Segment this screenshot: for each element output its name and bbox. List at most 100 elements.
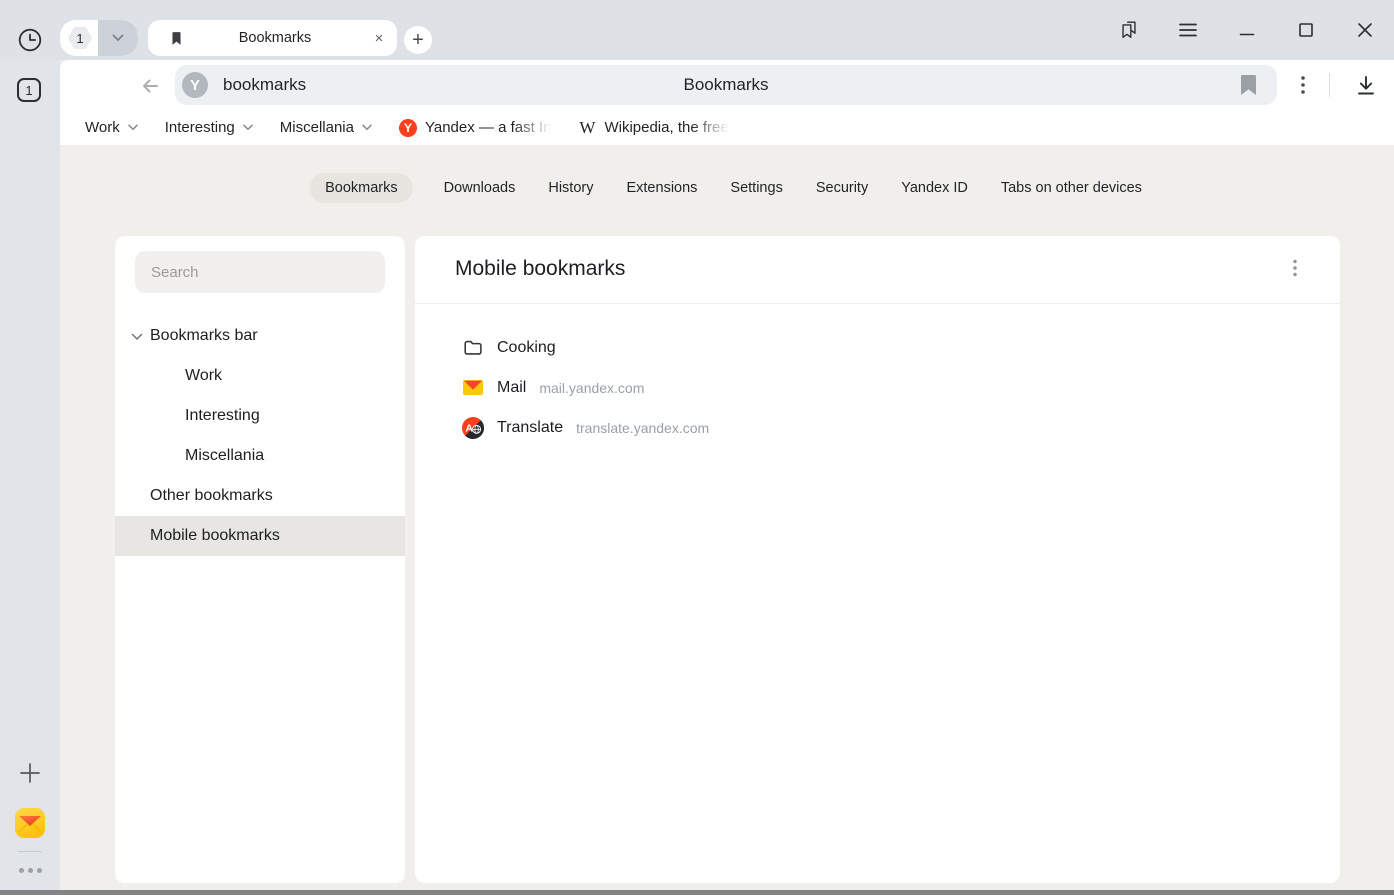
folder-tree: Bookmarks bar Work Interesting Miscellan… xyxy=(115,316,405,556)
minimize-icon[interactable] xyxy=(1234,17,1260,43)
browser-window: 1 Bookmarks × + xyxy=(0,0,1394,895)
bookmarks-panel-icon[interactable] xyxy=(1116,17,1142,43)
folders-sidebar: Bookmarks bar Work Interesting Miscellan… xyxy=(115,236,405,883)
panel-kebab-icon[interactable] xyxy=(1282,256,1308,282)
nav-tab-label: Security xyxy=(816,180,868,196)
yandex-mail-icon xyxy=(463,380,483,396)
bookmark-row-mail[interactable]: Mail mail.yandex.com xyxy=(415,368,1340,408)
folder-label: Interesting xyxy=(165,119,235,136)
manager-tab-security[interactable]: Security xyxy=(814,173,870,203)
manager-tab-settings[interactable]: Settings xyxy=(728,173,784,203)
yandex-mail-icon xyxy=(462,380,484,396)
bookmark-icon xyxy=(168,30,185,47)
bookmarks-list: Cooking Mail mail.yandex.com A Translate… xyxy=(415,304,1340,448)
tree-item-other-bookmarks[interactable]: Other bookmarks xyxy=(115,476,405,516)
nav-tab-label: Downloads xyxy=(444,180,516,196)
tree-item-mobile-bookmarks[interactable]: Mobile bookmarks xyxy=(115,516,405,556)
manager-tab-downloads[interactable]: Downloads xyxy=(442,173,518,203)
bookmarks-bar-link-wikipedia[interactable]: W Wikipedia, the free xyxy=(578,118,728,138)
titlebar: 1 Bookmarks × + xyxy=(0,0,1394,60)
history-clock-icon[interactable] xyxy=(17,27,43,53)
address-bar[interactable]: Y bookmarks Bookmarks xyxy=(175,65,1277,105)
bookmark-url: mail.yandex.com xyxy=(539,380,644,396)
nav-tab-label: Yandex ID xyxy=(901,180,968,196)
new-tab-button[interactable]: + xyxy=(404,26,432,54)
page-title: Bookmarks xyxy=(175,75,1277,95)
nav-tab-label: Tabs on other devices xyxy=(1001,180,1142,196)
close-icon[interactable] xyxy=(1352,17,1378,43)
bookmarks-bar-link-yandex[interactable]: Y Yandex — a fast In xyxy=(399,119,551,137)
bookmark-flag-icon[interactable] xyxy=(1240,74,1257,99)
folder-icon xyxy=(462,337,484,359)
manager-tab-bookmarks[interactable]: Bookmarks xyxy=(310,173,413,203)
bookmarks-bar-folder-interesting[interactable]: Interesting xyxy=(165,119,253,136)
bookmark-row-translate[interactable]: A Translate translate.yandex.com xyxy=(415,408,1340,448)
yandex-translate-icon: A xyxy=(462,417,484,439)
panel-title: Mobile bookmarks xyxy=(455,257,625,281)
nav-tab-label: History xyxy=(548,180,593,196)
tree-item-label: Bookmarks bar xyxy=(150,327,258,345)
chevron-down-icon[interactable] xyxy=(131,333,143,341)
rail-tab-counter[interactable]: 1 xyxy=(17,78,41,102)
tree-item-label: Interesting xyxy=(185,407,260,425)
panel-header: Mobile bookmarks xyxy=(415,236,1340,304)
nav-tab-label: Settings xyxy=(730,180,782,196)
manager-tab-tabs-on-other-devices[interactable]: Tabs on other devices xyxy=(999,173,1144,203)
link-label: Wikipedia, the free xyxy=(604,119,728,136)
yandex-translate-icon: A xyxy=(462,417,484,439)
address-value: bookmarks xyxy=(223,75,306,95)
window-controls xyxy=(1116,12,1378,48)
yandex-favicon: Y xyxy=(399,119,417,137)
back-icon[interactable] xyxy=(137,73,163,99)
bookmarks-bar: Work Interesting Miscellania Y Yandex — … xyxy=(60,110,1394,145)
favicon: Y xyxy=(399,119,417,137)
tree-item-miscellania[interactable]: Miscellania xyxy=(115,436,405,476)
tab-group-selector[interactable]: 1 xyxy=(60,20,138,56)
bookmarks-bar-folder-miscellania[interactable]: Miscellania xyxy=(280,119,372,136)
maximize-icon[interactable] xyxy=(1293,17,1319,43)
folder-label: Work xyxy=(85,119,120,136)
tree-item-work[interactable]: Work xyxy=(115,356,405,396)
window-bottom-edge xyxy=(0,890,1394,895)
tree-item-label: Mobile bookmarks xyxy=(150,527,280,545)
bookmark-label: Cooking xyxy=(497,339,556,357)
tree-item-label: Work xyxy=(185,367,222,385)
search-input[interactable] xyxy=(135,251,385,293)
chevron-down-icon xyxy=(243,124,253,131)
tree-item-bookmarks-bar[interactable]: Bookmarks bar xyxy=(115,316,405,356)
manager-tab-yandex-id[interactable]: Yandex ID xyxy=(899,173,970,203)
toolbar-kebab-icon[interactable] xyxy=(1290,72,1316,98)
tab-close-icon[interactable]: × xyxy=(365,24,393,52)
manager-tab-history[interactable]: History xyxy=(546,173,595,203)
yandex-mail-app-icon[interactable] xyxy=(15,808,45,838)
chevron-down-icon xyxy=(128,124,138,131)
bookmark-label: Mail xyxy=(497,379,526,397)
wikipedia-favicon: W xyxy=(578,118,596,138)
rail-divider xyxy=(18,851,42,852)
tab-group-count-badge: 1 xyxy=(68,26,92,50)
tab-bookmarks[interactable]: Bookmarks × xyxy=(148,20,397,56)
bookmarks-panel: Mobile bookmarks Cooking Mail mail.yande… xyxy=(415,236,1340,883)
tree-item-label: Miscellania xyxy=(185,447,264,465)
manager-tab-extensions[interactable]: Extensions xyxy=(624,173,699,203)
chevron-down-icon[interactable] xyxy=(98,20,138,56)
rail-more-icon[interactable] xyxy=(15,862,45,878)
nav-tab-label: Extensions xyxy=(626,180,697,196)
folder-row-cooking[interactable]: Cooking xyxy=(415,328,1340,368)
link-label: Yandex — a fast In xyxy=(425,119,551,136)
bookmarks-bar-folder-work[interactable]: Work xyxy=(85,119,138,136)
toolbar: Y bookmarks Bookmarks xyxy=(60,60,1394,110)
folder-label: Miscellania xyxy=(280,119,354,136)
tab-title: Bookmarks xyxy=(185,30,365,46)
tree-item-label: Other bookmarks xyxy=(150,487,273,505)
chevron-down-icon xyxy=(362,124,372,131)
manager-nav: Bookmarks Downloads History Extensions S… xyxy=(60,173,1394,203)
menu-icon[interactable] xyxy=(1175,17,1201,43)
svg-text:A: A xyxy=(465,423,473,435)
folder-icon xyxy=(462,337,484,359)
yandex-search-icon: Y xyxy=(182,72,208,98)
favicon: W xyxy=(578,118,596,138)
rail-add-icon[interactable] xyxy=(18,761,42,785)
downloads-icon[interactable] xyxy=(1352,72,1380,100)
tree-item-interesting[interactable]: Interesting xyxy=(115,396,405,436)
